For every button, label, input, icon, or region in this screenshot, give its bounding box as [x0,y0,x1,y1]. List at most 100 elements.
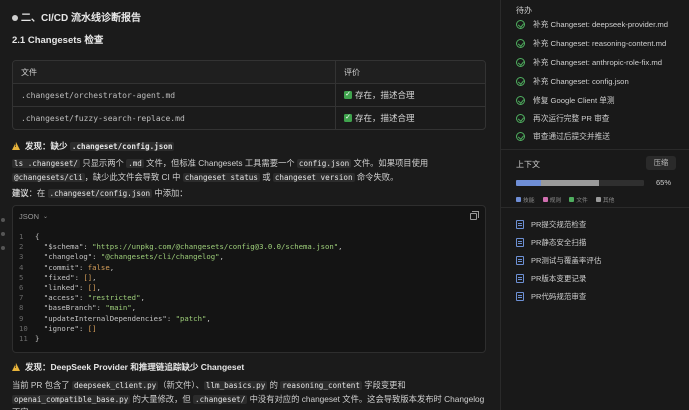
json-key: "linked" [43,283,79,293]
code-language-selector[interactable]: JSON ⌄ [19,212,48,221]
suggestion-label: 建议 [12,188,29,198]
check-circle-icon [516,132,525,141]
line-number: 10 [19,323,28,333]
finding-description: 当前 PR 包含了 deepseek_client.py （新文件）、 llm_ba… [12,379,492,410]
line-number: 5 [19,272,24,282]
todo-label: 补充 Changeset: config.json [533,77,629,86]
todo-item[interactable]: 审查通过后提交并推送 [516,131,686,142]
json-key: "access" [43,293,79,303]
todo-item[interactable]: 修复 Google Client 单测 [516,95,686,106]
text-span: 文件，但标准 Changesets 工具需要一个 [143,158,297,168]
skill-link-label: PR提交规范检查 [531,220,587,229]
json-value: [] [87,283,97,293]
eval-cell: 存在，描述合理 [355,113,415,123]
right-sidebar: 待办 补充 Changeset: deepseek-provider.md 补充… [500,0,689,410]
todo-label: 补充 Changeset: reasoning-content.md [533,39,667,48]
document-icon [516,256,524,265]
json-value: "restricted" [87,293,141,303]
line-number: 3 [19,252,24,262]
document-icon [516,292,524,301]
json-key: "changelog" [43,252,93,262]
text-span: 或 [259,171,273,182]
line-number: 8 [19,303,24,313]
copy-icon[interactable] [470,211,479,220]
json-value: [] [83,272,93,282]
todo-item[interactable]: 补充 Changeset: config.json [516,76,686,87]
code-line: 1{ [19,232,343,242]
finding-description: ls .changeset/ 只显示两个 .md 文件，但标准 Changese… [12,157,492,184]
code-line: 11} [19,334,343,344]
gutter-dot [1,232,5,236]
skill-link[interactable]: PR静态安全扫描 [516,237,676,248]
code-line: 5 "fixed": [], [19,272,97,282]
warning-icon [12,363,20,371]
chat-main-panel: 二、CI/CD 流水线诊断报告 2.1 Changesets 检查 文件 评价 … [0,0,500,410]
code-block: JSON ⌄ 1{2 "$schema": "https://unpkg.com… [12,205,486,353]
line-number: 1 [19,232,24,241]
text-span: 只显示两个 [80,158,127,168]
file-path-cell: .changeset/orchestrator-agent.md [21,91,176,100]
code-token: , [219,252,224,262]
line-number: 9 [19,313,24,323]
legend-swatch [542,197,548,202]
code-line: 9 "updateInternalDependencies": "patch", [19,313,211,323]
section-heading: 二、CI/CD 流水线诊断报告 [12,9,141,24]
skill-link[interactable]: PR提交规范检查 [516,219,676,230]
legend-item: 文件 [569,195,588,204]
json-value: "main" [105,303,132,313]
code-line: 4 "commit": false, [19,262,115,272]
json-key: "commit" [43,262,79,272]
skill-link[interactable]: PR版本变更记录 [516,273,676,284]
code-line: 8 "baseBranch": "main", [19,303,137,313]
file-path-cell: .changeset/fuzzy-search-replace.md [21,114,185,123]
json-key: "ignore" [43,323,79,333]
inline-code: @changesets/cli [12,172,85,182]
code-token: , [96,283,101,293]
eval-cell: 存在，描述合理 [355,90,415,100]
code-line: 7 "access": "restricted", [19,293,145,303]
inline-code: reasoning_content [280,381,362,390]
code-token: , [338,242,343,252]
todo-item[interactable]: 补充 Changeset: reasoning-content.md [516,38,686,49]
skill-link[interactable]: PR测试与覆盖率评估 [516,255,676,266]
todo-title: 待办 [516,6,532,15]
todo-label: 再次运行完整 PR 审查 [533,114,610,123]
todo-item[interactable]: 补充 Changeset: deepseek-provider.md [516,19,686,30]
sidebar-divider [501,149,689,150]
json-key: "baseBranch" [43,303,97,313]
finding-missing-config: 发现：缺少 .changeset/config.json [12,140,175,152]
context-legend: 技能 规则 文件 其他 [516,195,614,204]
json-value: [] [87,323,97,333]
code-language-label: JSON [19,212,40,221]
document-icon [516,238,524,247]
skill-link-label: PR静态安全扫描 [531,238,587,247]
text-span: 字段变更和 [361,380,406,390]
legend-item: 规则 [542,195,561,204]
inline-code: changeset status [182,172,260,182]
text-span: 的大量修改，但 [130,393,193,404]
chevron-down-icon: ⌄ [43,214,49,220]
column-header-eval: 评价 [335,61,485,83]
skill-link[interactable]: PR代码规范审查 [516,291,676,302]
todo-item[interactable]: 再次运行完整 PR 审查 [516,113,686,124]
todo-item[interactable]: 补充 Changeset: anthropic-role-fix.md [516,57,686,68]
text-span: 命令失败。 [354,171,399,182]
text-span: （新文件）、 [158,380,204,390]
skill-link-label: PR代码规范审查 [531,292,587,301]
document-icon [516,274,524,283]
inline-code: openai_compatible_base.py [12,394,131,404]
check-circle-icon [516,20,525,29]
code-token: , [92,272,97,282]
check-circle-icon [516,96,525,105]
code-token: , [131,303,137,313]
json-value: "patch" [175,313,207,323]
text-span: ：在 [28,188,48,198]
todo-label: 补充 Changeset: deepseek-provider.md [533,20,669,29]
check-circle-icon [516,77,525,86]
inline-code: .md [126,159,144,168]
document-icon [516,220,524,229]
compress-button[interactable]: 压缩 [646,156,676,170]
inline-code: llm_basics.py [203,381,268,390]
code-line: 2 "$schema": "https://unpkg.com/@changes… [19,242,343,252]
legend-swatch [516,197,521,202]
